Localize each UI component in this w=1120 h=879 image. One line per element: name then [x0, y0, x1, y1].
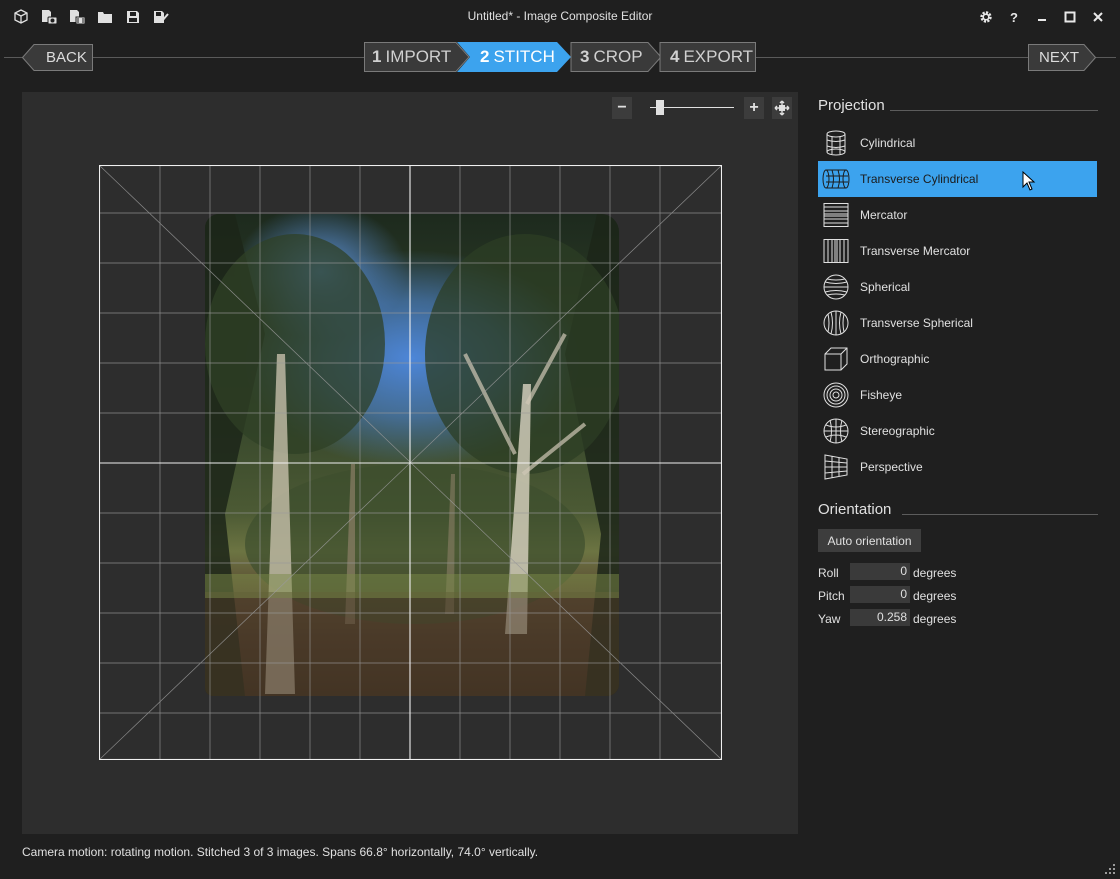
- projection-label: Mercator: [860, 208, 908, 222]
- pitch-field[interactable]: 0: [850, 586, 910, 603]
- perspective-icon: [824, 454, 848, 480]
- yaw-field[interactable]: 0.258: [850, 609, 910, 626]
- mouse-cursor-icon: [1022, 171, 1036, 191]
- back-button[interactable]: BACK: [22, 44, 93, 71]
- projection-grid-overlay: [99, 165, 722, 760]
- projection-label: Transverse Mercator: [860, 244, 971, 258]
- orthographic-icon: [824, 347, 848, 371]
- projection-label: Orthographic: [860, 352, 930, 366]
- projection-orthographic[interactable]: Orthographic: [818, 341, 1097, 377]
- step-number: 1: [372, 47, 382, 66]
- help-icon[interactable]: ?: [1002, 6, 1026, 28]
- roll-field[interactable]: 0: [850, 563, 910, 580]
- transverse-spherical-icon: [823, 310, 849, 336]
- fisheye-icon: [823, 382, 849, 408]
- next-label: NEXT: [1039, 49, 1080, 66]
- maximize-icon[interactable]: [1058, 6, 1082, 28]
- projection-label: Cylindrical: [860, 136, 916, 150]
- projection-perspective[interactable]: Perspective: [818, 449, 1097, 485]
- mercator-icon: [823, 203, 849, 227]
- step-stitch[interactable]: 2 STITCH: [457, 42, 571, 72]
- projection-transverse-mercator[interactable]: Transverse Mercator: [818, 233, 1097, 269]
- projection-transverse-spherical[interactable]: Transverse Spherical: [818, 305, 1097, 341]
- orientation-divider: [902, 514, 1098, 515]
- projection-label: Stereographic: [860, 424, 935, 438]
- projection-label: Fisheye: [860, 388, 903, 402]
- roll-label: Roll: [818, 566, 839, 580]
- window-title: Untitled* - Image Composite Editor: [467, 9, 653, 23]
- step-label: CROP: [593, 47, 643, 66]
- status-text: Camera motion: rotating motion. Stitched…: [22, 845, 539, 859]
- projection-label: Spherical: [860, 280, 911, 294]
- auto-orientation-button[interactable]: Auto orientation: [818, 529, 921, 552]
- transverse-cylindrical-icon: [822, 169, 850, 189]
- step-number: 4: [670, 47, 680, 66]
- close-icon[interactable]: [1086, 6, 1110, 28]
- projection-cylindrical[interactable]: Cylindrical: [818, 125, 1097, 161]
- step-number: 3: [580, 47, 590, 66]
- roll-unit: degrees: [913, 566, 957, 580]
- fit-to-window-icon[interactable]: [772, 97, 792, 119]
- stereographic-icon: [823, 418, 849, 444]
- projection-fisheye[interactable]: Fisheye: [818, 377, 1097, 413]
- pitch-label: Pitch: [818, 589, 845, 603]
- projection-label: Perspective: [860, 460, 923, 474]
- projection-spherical[interactable]: Spherical: [818, 269, 1097, 305]
- projection-transverse-cylindrical[interactable]: Transverse Cylindrical: [818, 161, 1097, 197]
- yaw-unit: degrees: [913, 612, 957, 626]
- projection-mercator[interactable]: Mercator: [818, 197, 1097, 233]
- step-import[interactable]: 1 IMPORT: [364, 42, 470, 72]
- pitch-unit: degrees: [913, 589, 957, 603]
- nav-divider-left-outer: [4, 57, 22, 58]
- projection-label: Transverse Spherical: [860, 316, 973, 330]
- resize-grip-icon[interactable]: [1104, 863, 1116, 875]
- yaw-label: Yaw: [818, 612, 841, 626]
- orientation-section-title: Orientation: [818, 501, 892, 518]
- nav-divider-left: [92, 57, 364, 58]
- step-crop[interactable]: 3 CROP: [558, 42, 662, 72]
- title-bar: Untitled* - Image Composite Editor ?: [0, 0, 1120, 34]
- projection-divider: [890, 110, 1098, 111]
- zoom-in-button[interactable]: +: [744, 97, 764, 119]
- zoom-control: − +: [612, 97, 795, 119]
- next-button[interactable]: NEXT: [1028, 44, 1096, 71]
- step-label: IMPORT: [385, 47, 452, 66]
- projection-stereographic[interactable]: Stereographic: [818, 413, 1097, 449]
- nav-divider-right-outer: [1096, 57, 1116, 58]
- nav-divider-right: [756, 57, 1028, 58]
- projection-label: Transverse Cylindrical: [860, 172, 979, 186]
- step-label: STITCH: [493, 47, 555, 66]
- transverse-mercator-icon: [823, 239, 849, 263]
- zoom-slider-thumb[interactable]: [656, 100, 664, 115]
- step-export[interactable]: 4 EXPORT: [648, 42, 756, 72]
- step-number: 2: [480, 47, 490, 66]
- spherical-icon: [823, 274, 849, 300]
- step-label: EXPORT: [683, 47, 754, 66]
- projection-section-title: Projection: [818, 97, 885, 114]
- cylindrical-icon: [826, 130, 846, 156]
- settings-icon[interactable]: [974, 6, 998, 28]
- back-label: BACK: [46, 49, 87, 66]
- minimize-icon[interactable]: [1030, 6, 1054, 28]
- zoom-out-button[interactable]: −: [612, 97, 632, 119]
